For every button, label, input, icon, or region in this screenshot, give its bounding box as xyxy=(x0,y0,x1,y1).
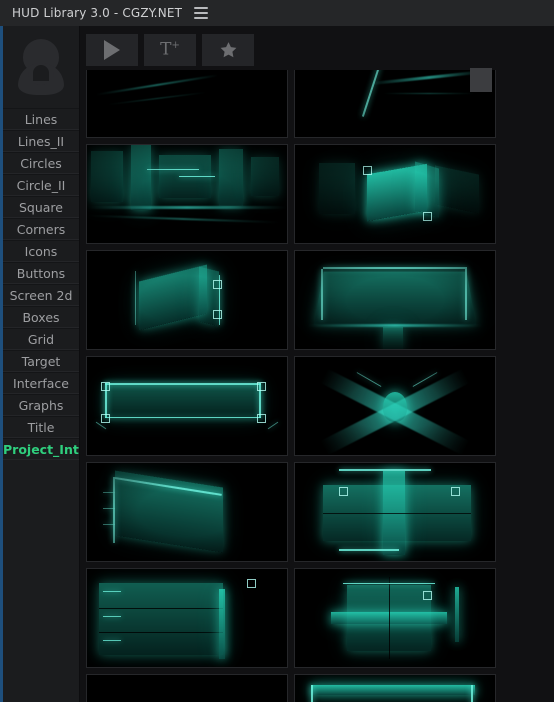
sidebar-item-label: Target xyxy=(21,354,61,369)
sidebar-item-lines[interactable]: Lines xyxy=(3,108,79,130)
thumbnail-preview xyxy=(295,145,495,243)
sidebar-item-label: Graphs xyxy=(18,398,64,413)
sidebar-item-boxes[interactable]: Boxes xyxy=(3,306,79,328)
sidebar-item-label: Lines_II xyxy=(17,134,65,149)
sidebar-item-label: Icons xyxy=(24,244,58,259)
thumbnail-preview xyxy=(87,251,287,349)
sidebar-item-icons[interactable]: Icons xyxy=(3,240,79,262)
user-avatar-icon xyxy=(15,39,67,95)
sidebar-item-grid[interactable]: Grid xyxy=(3,328,79,350)
thumbnail-hud-streaks-top-right[interactable] xyxy=(294,70,496,138)
sidebar-item-label: Square xyxy=(18,200,63,215)
sidebar-item-buttons[interactable]: Buttons xyxy=(3,262,79,284)
thumbnail-preview xyxy=(87,463,287,561)
sidebar-item-square[interactable]: Square xyxy=(3,196,79,218)
thumbnail-hud-tilted-box[interactable] xyxy=(86,250,288,350)
sidebar-item-label: Grid xyxy=(27,332,55,347)
sidebar-item-circles[interactable]: Circles xyxy=(3,152,79,174)
sidebar-item-screen-2d[interactable]: Screen 2d xyxy=(3,284,79,306)
play-icon xyxy=(104,40,120,60)
thumbnail-grid-viewport xyxy=(86,70,498,702)
sidebar-nav: Lines Lines_II Circles Circle_II Square Corne… xyxy=(3,108,79,460)
sidebar-item-label: Boxes xyxy=(22,310,60,325)
play-button[interactable] xyxy=(86,34,138,66)
sidebar-item-interface[interactable]: Interface xyxy=(3,372,79,394)
sidebar-item-project-intro[interactable]: Project_Intro xyxy=(3,438,79,460)
thumbnail-hud-wide-stage-panel[interactable] xyxy=(294,250,496,350)
sidebar-item-label: Buttons xyxy=(16,266,66,281)
star-icon xyxy=(218,40,239,60)
toolbar: T+ xyxy=(86,34,254,66)
thumbnail-hud-glowing-cube[interactable] xyxy=(294,144,496,244)
sidebar-item-label: Screen 2d xyxy=(9,288,73,303)
thumbnail-preview xyxy=(87,675,287,702)
thumbnail-hud-bottom-bar-panel[interactable] xyxy=(86,674,288,702)
text-plus-icon: T+ xyxy=(160,39,180,60)
thumbnail-preview xyxy=(87,357,287,455)
sidebar-item-label: Interface xyxy=(13,376,69,391)
thumbnail-preview xyxy=(295,675,495,702)
main-content: T+ xyxy=(80,26,554,702)
thumbnail-grid xyxy=(86,70,496,702)
thumbnail-hud-streaks-top-left[interactable] xyxy=(86,70,288,138)
sidebar-item-label: Title xyxy=(27,420,55,435)
thumbnail-hud-centered-column-panel[interactable] xyxy=(294,462,496,562)
thumbnail-hud-top-bracket-bar[interactable] xyxy=(294,674,496,702)
thumbnail-preview xyxy=(87,70,287,137)
hamburger-icon[interactable] xyxy=(194,7,209,19)
thumbnail-preview xyxy=(295,569,495,667)
thumbnail-preview xyxy=(295,357,495,455)
sidebar-item-label: Corners xyxy=(16,222,66,237)
sidebar-item-corners[interactable]: Corners xyxy=(3,218,79,240)
avatar xyxy=(3,26,79,108)
sidebar-item-circle-ii[interactable]: Circle_II xyxy=(3,174,79,196)
thumbnail-hud-x-cross-beams[interactable] xyxy=(294,356,496,456)
application-window: HUD Library 3.0 - CGZY.NET Lines Lines_II… xyxy=(0,0,554,702)
sidebar: Lines Lines_II Circles Circle_II Square Corne… xyxy=(3,26,80,702)
title-bar: HUD Library 3.0 - CGZY.NET xyxy=(0,0,554,26)
thumbnail-preview xyxy=(87,145,287,243)
vertical-scrollbar-thumb[interactable] xyxy=(470,68,492,92)
sidebar-item-label: Circle_II xyxy=(16,178,66,193)
thumbnail-hud-angled-slab[interactable] xyxy=(86,462,288,562)
sidebar-item-label: Circles xyxy=(20,156,62,171)
thumbnail-hud-corridor-panels[interactable] xyxy=(86,144,288,244)
thumbnail-hud-wide-bar-frame[interactable] xyxy=(86,356,288,456)
sidebar-item-title[interactable]: Title xyxy=(3,416,79,438)
sidebar-item-label: Lines xyxy=(24,112,58,127)
thumbnail-preview xyxy=(295,463,495,561)
window-title: HUD Library 3.0 - CGZY.NET xyxy=(12,6,183,20)
thumbnail-preview xyxy=(295,251,495,349)
sidebar-item-lines-ii[interactable]: Lines_II xyxy=(3,130,79,152)
favorite-button[interactable] xyxy=(202,34,254,66)
thumbnail-preview xyxy=(295,70,495,137)
sidebar-item-label: Project_Intro xyxy=(3,442,79,457)
thumbnail-hud-data-panel-rows[interactable] xyxy=(86,568,288,668)
sidebar-item-graphs[interactable]: Graphs xyxy=(3,394,79,416)
thumbnail-hud-split-beam-panel[interactable] xyxy=(294,568,496,668)
thumbnail-preview xyxy=(87,569,287,667)
sidebar-item-target[interactable]: Target xyxy=(3,350,79,372)
add-text-button[interactable]: T+ xyxy=(144,34,196,66)
